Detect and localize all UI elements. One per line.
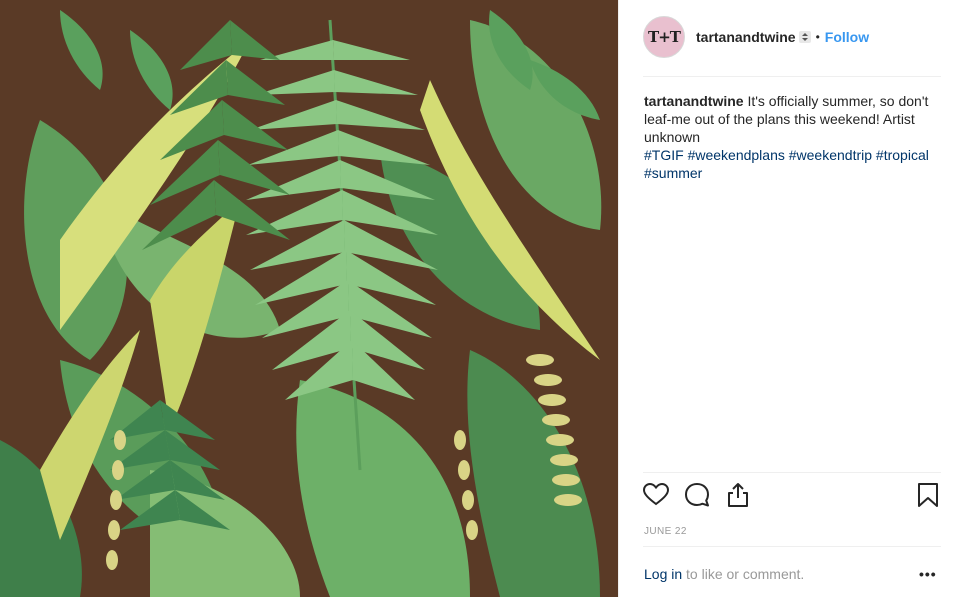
post-header: T+T tartanandtwine • Follow [643,14,941,60]
actions-divider [643,472,941,473]
follow-button[interactable]: Follow [825,29,869,45]
login-link[interactable]: Log in [644,566,682,582]
caption-username[interactable]: tartanandtwine [644,93,744,109]
action-bar [643,482,941,510]
post-date: JUNE 22 [644,526,687,537]
post-image[interactable] [0,0,618,597]
leaf-collage-artwork [0,0,618,597]
post-sidebar: T+T tartanandtwine • Follow tartanandtwi… [618,0,960,597]
bookmark-icon[interactable] [915,482,941,508]
username-link[interactable]: tartanandtwine [696,29,796,45]
share-icon[interactable] [725,482,751,508]
hashtag-link[interactable]: #summer [644,165,702,181]
post-caption: tartanandtwine It's officially summer, s… [644,92,944,182]
avatar-monogram: T+T [648,28,681,46]
header-divider [643,76,941,77]
hashtag-link[interactable]: #weekendplans [688,147,785,163]
more-options-button[interactable]: ••• [919,566,937,582]
instagram-post: T+T tartanandtwine • Follow tartanandtwi… [0,0,960,597]
hashtag-list: #TGIF #weekendplans #weekendtrip #tropic… [644,146,944,182]
comment-icon[interactable] [684,482,710,508]
hashtag-link[interactable]: #TGIF [644,147,684,163]
login-prompt-text: to like or comment. [682,566,805,582]
avatar[interactable]: T+T [643,16,685,58]
footer-divider [643,546,941,547]
heart-icon[interactable] [643,482,669,508]
hashtag-link[interactable]: #tropical [876,147,929,163]
hashtag-link[interactable]: #weekendtrip [789,147,872,163]
account-switch-icon[interactable] [798,31,811,43]
login-prompt: Log in to like or comment. [644,566,804,582]
header-separator: • [815,30,820,44]
